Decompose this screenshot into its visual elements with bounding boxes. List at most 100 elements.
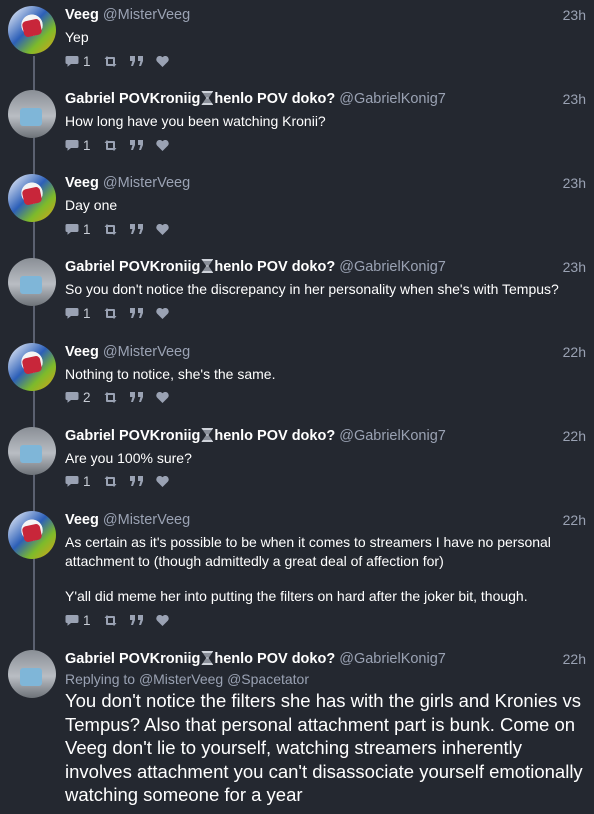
- display-name-suffix: henlo POV doko?: [214, 651, 336, 667]
- avatar[interactable]: [8, 343, 56, 391]
- tweet-actions: 1: [65, 221, 181, 237]
- quote-button[interactable]: [129, 56, 144, 66]
- quote-button[interactable]: [129, 224, 144, 234]
- timestamp[interactable]: 23h: [563, 6, 586, 24]
- tweet-header: Gabriel POVKroniig henlo POV doko? @Gabri…: [65, 427, 446, 445]
- tweet-text: So you don't notice the discrepancy in h…: [65, 281, 559, 297]
- tweet-text: Day one: [65, 197, 118, 213]
- tweet-text-paragraph: Y'all did meme her into putting the filt…: [65, 588, 528, 604]
- tweet-header: Veeg @MisterVeeg: [65, 174, 190, 192]
- focused-tweet[interactable]: Gabriel POVKroniig henlo POV doko? @Gabri…: [0, 650, 594, 810]
- like-button[interactable]: [155, 223, 169, 235]
- reply-icon: [65, 140, 79, 151]
- tweet-header: Gabriel POVKroniig henlo POV doko? @Gabri…: [65, 258, 446, 276]
- avatar[interactable]: [8, 6, 56, 54]
- retweet-button[interactable]: [103, 391, 118, 403]
- reply-button[interactable]: 1: [65, 306, 91, 321]
- heart-icon: [155, 391, 169, 403]
- user-handle[interactable]: @GabrielKonig7: [339, 259, 446, 275]
- timestamp[interactable]: 23h: [563, 174, 586, 192]
- tweet[interactable]: Gabriel POVKroniig henlo POV doko? @Gabri…: [0, 427, 594, 493]
- like-button[interactable]: [155, 475, 169, 487]
- timestamp[interactable]: 23h: [563, 258, 586, 276]
- like-button[interactable]: [155, 307, 169, 319]
- timestamp[interactable]: 23h: [563, 90, 586, 108]
- reply-button[interactable]: 1: [65, 613, 91, 628]
- tweet-actions: 1: [65, 473, 181, 489]
- reply-button[interactable]: 1: [65, 222, 91, 237]
- tweet[interactable]: Gabriel POVKroniig henlo POV doko? @Gabri…: [0, 258, 594, 324]
- tweet-actions: 2: [65, 389, 181, 405]
- display-name[interactable]: Gabriel POVKroniig henlo POV doko?: [65, 91, 335, 107]
- display-name[interactable]: Veeg: [65, 512, 99, 528]
- tweet[interactable]: Veeg @MisterVeeg 22h Nothing to notice, …: [0, 343, 594, 409]
- reply-count: 1: [83, 612, 91, 628]
- hourglass-emoji: [201, 651, 214, 665]
- like-button[interactable]: [155, 614, 169, 626]
- timestamp[interactable]: 22h: [563, 427, 586, 445]
- reply-button[interactable]: 2: [65, 390, 91, 405]
- quote-button[interactable]: [129, 140, 144, 150]
- retweet-button[interactable]: [103, 614, 118, 626]
- retweet-icon: [104, 614, 117, 626]
- retweet-button[interactable]: [103, 139, 118, 151]
- user-handle[interactable]: @GabrielKonig7: [339, 428, 446, 444]
- heart-icon: [155, 223, 169, 235]
- tweet[interactable]: Veeg @MisterVeeg 23h Yep 1: [0, 6, 594, 72]
- reply-button[interactable]: 1: [65, 138, 91, 153]
- user-handle[interactable]: @MisterVeeg: [103, 175, 190, 191]
- tweet-text: Are you 100% sure?: [65, 450, 192, 466]
- like-button[interactable]: [155, 139, 169, 151]
- avatar[interactable]: [8, 174, 56, 222]
- user-handle[interactable]: @MisterVeeg: [103, 344, 190, 360]
- avatar[interactable]: [8, 511, 56, 559]
- reply-button[interactable]: 1: [65, 54, 91, 69]
- heart-icon: [155, 55, 169, 67]
- avatar[interactable]: [8, 427, 56, 475]
- replying-to-handles[interactable]: @MisterVeeg @Spacetator: [139, 671, 309, 687]
- timestamp[interactable]: 22h: [563, 343, 586, 361]
- tweet[interactable]: Veeg @MisterVeeg 23h Day one 1: [0, 174, 594, 240]
- like-button[interactable]: [155, 391, 169, 403]
- avatar[interactable]: [8, 258, 56, 306]
- timestamp[interactable]: 22h: [563, 511, 586, 529]
- avatar[interactable]: [8, 650, 56, 698]
- replying-to: Replying to @MisterVeeg @Spacetator: [65, 670, 309, 688]
- user-handle[interactable]: @GabrielKonig7: [339, 651, 446, 667]
- retweet-button[interactable]: [103, 475, 118, 487]
- tweet-actions: 1: [65, 53, 181, 69]
- reply-button[interactable]: 1: [65, 474, 91, 489]
- display-name-prefix: Gabriel POVKroniig: [65, 651, 201, 667]
- retweet-icon: [104, 307, 117, 319]
- display-name[interactable]: Gabriel POVKroniig henlo POV doko?: [65, 428, 335, 444]
- tweet-header: Gabriel POVKroniig henlo POV doko? @Gabri…: [65, 90, 446, 108]
- retweet-button[interactable]: [103, 223, 118, 235]
- retweet-icon: [104, 223, 117, 235]
- avatar[interactable]: [8, 90, 56, 138]
- tweet[interactable]: Gabriel POVKroniig henlo POV doko? @Gabri…: [0, 90, 594, 156]
- reply-icon: [65, 615, 79, 626]
- like-button[interactable]: [155, 55, 169, 67]
- display-name[interactable]: Veeg: [65, 344, 99, 360]
- tweet[interactable]: Veeg @MisterVeeg 22h As certain as it's …: [0, 511, 594, 631]
- display-name[interactable]: Gabriel POVKroniig henlo POV doko?: [65, 651, 335, 667]
- retweet-button[interactable]: [103, 55, 118, 67]
- display-name-prefix: Gabriel POVKroniig: [65, 428, 201, 444]
- quote-button[interactable]: [129, 476, 144, 486]
- quote-button[interactable]: [129, 615, 144, 625]
- user-handle[interactable]: @MisterVeeg: [103, 7, 190, 23]
- display-name[interactable]: Gabriel POVKroniig henlo POV doko?: [65, 259, 335, 275]
- timestamp[interactable]: 22h: [563, 650, 586, 668]
- quote-button[interactable]: [129, 308, 144, 318]
- tweet-header: Veeg @MisterVeeg: [65, 6, 190, 24]
- display-name[interactable]: Veeg: [65, 175, 99, 191]
- display-name[interactable]: Veeg: [65, 7, 99, 23]
- retweet-icon: [104, 55, 117, 67]
- quote-button[interactable]: [129, 392, 144, 402]
- display-name-suffix: henlo POV doko?: [214, 259, 336, 275]
- retweet-button[interactable]: [103, 307, 118, 319]
- display-name-suffix: henlo POV doko?: [214, 91, 336, 107]
- user-handle[interactable]: @MisterVeeg: [103, 512, 190, 528]
- user-handle[interactable]: @GabrielKonig7: [339, 91, 446, 107]
- reply-icon: [65, 308, 79, 319]
